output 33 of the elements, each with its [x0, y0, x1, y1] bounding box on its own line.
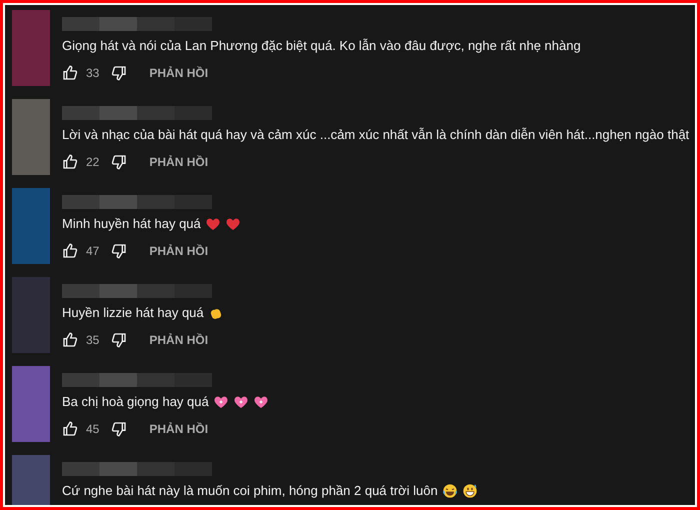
thumbs-down-icon[interactable] [111, 154, 128, 170]
thumbs-up-icon[interactable] [62, 243, 78, 259]
sparkling-heart-icon [232, 394, 249, 410]
grinning-face-icon [462, 483, 478, 499]
comment-text: Lời và nhạc của bài hát quá hay và cảm xúc ...cảm xúc nhất vẫn là chính dàn diễn viên hát...nghẹn ngào thật [62, 126, 690, 144]
laughing-face-icon [442, 483, 458, 499]
thumbs-down-icon[interactable] [111, 421, 128, 437]
heart-icon [204, 216, 221, 232]
reply-button[interactable]: PHẢN HỒI [149, 64, 208, 82]
heart-icon [224, 216, 241, 232]
comment-text: Huyền lizzie hát hay quá [62, 304, 204, 322]
thumbs-down-icon[interactable] [111, 243, 128, 259]
thumbs-up-icon[interactable] [62, 332, 78, 348]
reply-button[interactable]: PHẢN HỒI [149, 242, 208, 260]
thumbs-up-icon[interactable] [62, 65, 78, 81]
reply-button[interactable]: PHẢN HỒI [149, 331, 208, 349]
like-count: 45 [86, 421, 100, 438]
like-count: 47 [86, 243, 100, 260]
reply-button[interactable]: PHẢN HỒI [149, 420, 208, 438]
sparkling-heart-icon [212, 394, 229, 410]
thumbs-down-icon[interactable] [111, 332, 128, 348]
thumbs-up-icon[interactable] [62, 421, 78, 437]
reply-button[interactable]: PHẢN HỒI [149, 153, 208, 171]
thumbs-down-icon[interactable] [111, 65, 128, 81]
comment-text: Minh huyền hát hay quá [62, 215, 201, 233]
like-count: 22 [86, 154, 100, 171]
like-count: 33 [86, 65, 100, 82]
comment-text: Ba chị hoà giọng hay quá [62, 393, 209, 411]
sparkling-heart-icon [252, 394, 269, 410]
thumbs-up-icon[interactable] [62, 154, 78, 170]
comment-text: Giọng hát và nói của Lan Phương đặc biệt quá. Ko lẫn vào đâu được, nghe rất nhẹ nhàng [62, 37, 581, 55]
comment-text: Cứ nghe bài hát này là muốn coi phim, hóng phần 2 quá trời luôn [62, 482, 438, 500]
like-count: 35 [86, 332, 100, 349]
